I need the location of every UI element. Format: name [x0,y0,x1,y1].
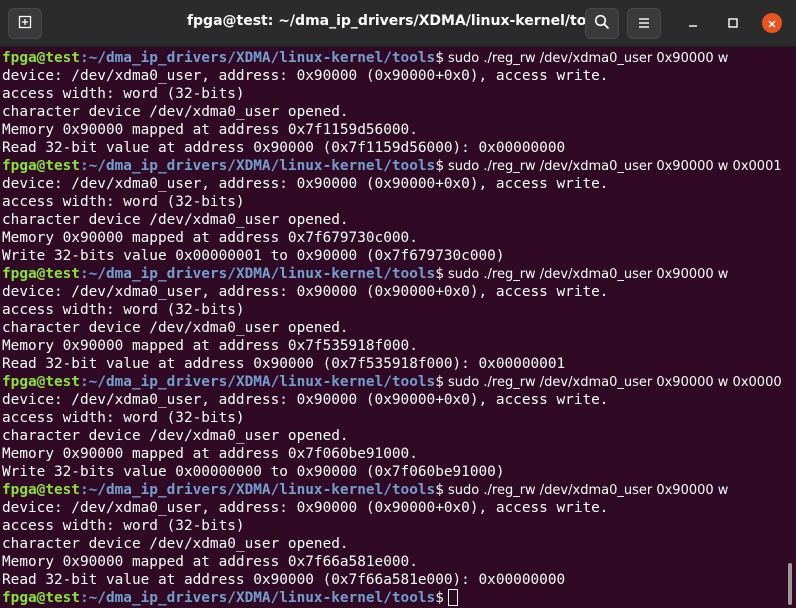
output-line: device: /dev/xdma0_user, address: 0x9000… [2,68,609,84]
output-line: access width: word (32-bits) [2,194,245,210]
search-icon [594,14,610,34]
output-line: Read 32-bit value at address 0x90000 (0x… [2,572,566,588]
output-line: access width: word (32-bits) [2,302,245,318]
prompt-separator: : [79,482,89,498]
prompt-separator: : [79,374,89,390]
output-line: character device /dev/xdma0_user opened. [2,104,349,120]
output-line: character device /dev/xdma0_user opened. [2,428,349,444]
command-text: sudo ./reg_rw /dev/xdma0_user 0x90000 w … [443,375,782,390]
prompt-path: ~/dma_ip_drivers/XDMA/linux-kernel/tools [88,590,436,606]
prompt-path: ~/dma_ip_drivers/XDMA/linux-kernel/tools [88,482,436,498]
output-line: character device /dev/xdma0_user opened. [2,320,349,336]
close-button[interactable] [762,13,782,33]
output-line: Memory 0x90000 mapped at address 0x7f060… [2,446,418,462]
prompt-user: fpga@test [2,50,80,66]
hamburger-menu-icon [637,14,651,33]
prompt-dollar: $ [435,590,444,606]
prompt-line: fpga@test:~/dma_ip_drivers/XDMA/linux-ke… [2,481,786,499]
prompt-separator: : [79,590,89,606]
output-line: Memory 0x90000 mapped at address 0x7f66a… [2,554,418,570]
prompt-path: ~/dma_ip_drivers/XDMA/linux-kernel/tools [88,266,436,282]
prompt-separator: : [79,50,89,66]
title-bar: fpga@test: ~/dma_ip_drivers/XDMA/linux-k… [0,0,796,47]
close-icon [767,14,777,33]
prompt-path: ~/dma_ip_drivers/XDMA/linux-kernel/tools [88,374,436,390]
output-line: device: /dev/xdma0_user, address: 0x9000… [2,392,609,408]
output-line: character device /dev/xdma0_user opened. [2,536,349,552]
prompt-user: fpga@test [2,374,80,390]
prompt-user: fpga@test [2,158,80,174]
scrollbar-thumb[interactable] [788,563,792,605]
new-tab-button[interactable] [8,8,42,39]
prompt-path: ~/dma_ip_drivers/XDMA/linux-kernel/tools [88,158,436,174]
output-line: character device /dev/xdma0_user opened. [2,212,349,228]
output-line: access width: word (32-bits) [2,518,245,534]
minimize-button[interactable] [676,8,710,39]
scrollbar[interactable] [786,47,796,608]
terminal-output[interactable]: fpga@test:~/dma_ip_drivers/XDMA/linux-ke… [0,47,786,608]
search-button[interactable] [585,8,619,39]
output-line: Memory 0x90000 mapped at address 0x7f115… [2,122,418,138]
command-text: sudo ./reg_rw /dev/xdma0_user 0x90000 w [443,267,729,282]
maximize-icon [727,14,739,33]
prompt-user: fpga@test [2,482,80,498]
output-line: device: /dev/xdma0_user, address: 0x9000… [2,176,609,192]
output-line: Write 32-bits value 0x00000000 to 0x9000… [2,464,505,480]
output-line: access width: word (32-bits) [2,410,245,426]
output-line: device: /dev/xdma0_user, address: 0x9000… [2,500,609,516]
output-line: access width: word (32-bits) [2,86,245,102]
prompt-path: ~/dma_ip_drivers/XDMA/linux-kernel/tools [88,50,436,66]
prompt-separator: : [79,158,89,174]
prompt-line: fpga@test:~/dma_ip_drivers/XDMA/linux-ke… [2,265,786,283]
prompt-dollar: $ [435,50,444,66]
prompt-line: fpga@test:~/dma_ip_drivers/XDMA/linux-ke… [2,373,786,391]
prompt-line: fpga@test:~/dma_ip_drivers/XDMA/linux-ke… [2,589,786,607]
output-line: Write 32-bits value 0x00000001 to 0x9000… [2,248,505,264]
command-text: sudo ./reg_rw /dev/xdma0_user 0x90000 w … [443,159,782,174]
prompt-dollar: $ [435,374,444,390]
text-cursor [447,589,458,606]
new-tab-icon [18,14,32,33]
prompt-user: fpga@test [2,266,80,282]
terminal-window: fpga@test: ~/dma_ip_drivers/XDMA/linux-k… [0,0,796,608]
menu-button[interactable] [627,8,661,39]
prompt-line: fpga@test:~/dma_ip_drivers/XDMA/linux-ke… [2,49,786,67]
output-line: Memory 0x90000 mapped at address 0x7f679… [2,230,418,246]
prompt-dollar: $ [435,266,444,282]
minimize-icon [687,14,699,33]
command-text: sudo ./reg_rw /dev/xdma0_user 0x90000 w [443,483,729,498]
output-line: device: /dev/xdma0_user, address: 0x9000… [2,284,609,300]
command-text: sudo ./reg_rw /dev/xdma0_user 0x90000 w [443,51,729,66]
output-line: Read 32-bit value at address 0x90000 (0x… [2,356,566,372]
prompt-separator: : [79,266,89,282]
prompt-dollar: $ [435,482,444,498]
prompt-user: fpga@test [2,590,80,606]
prompt-dollar: $ [435,158,444,174]
prompt-line: fpga@test:~/dma_ip_drivers/XDMA/linux-ke… [2,157,786,175]
output-line: Read 32-bit value at address 0x90000 (0x… [2,140,566,156]
maximize-button[interactable] [716,8,750,39]
output-line: Memory 0x90000 mapped at address 0x7f535… [2,338,418,354]
